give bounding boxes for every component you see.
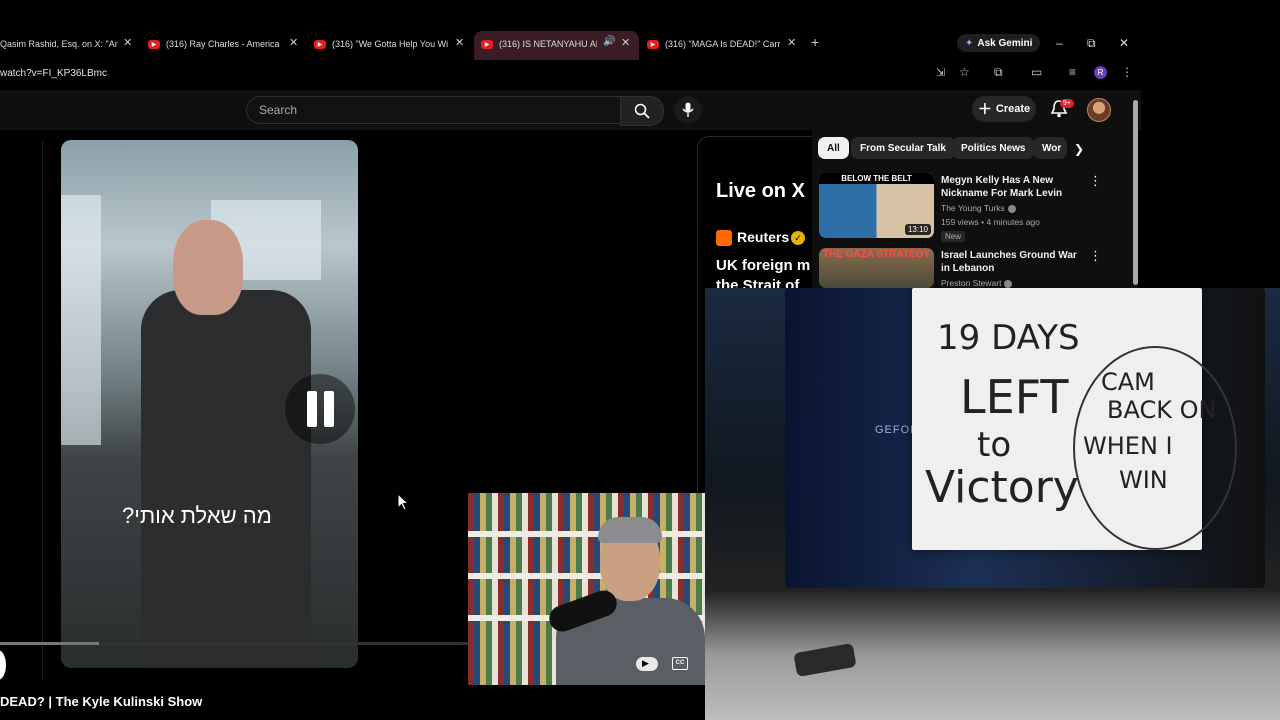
minimize-button[interactable]: –: [1056, 36, 1063, 50]
tab-1[interactable]: Qasim Rashid, Esq. on X: "An un: [0, 32, 118, 56]
youtube-favicon-icon: ▶: [481, 39, 493, 49]
x-card-line-1: UK foreign m: [716, 257, 811, 274]
plus-icon: ＋: [977, 101, 992, 117]
video-title: DEAD? | The Kyle Kulinski Show: [0, 694, 203, 709]
address-bar: [0, 60, 1141, 88]
search-icon: [634, 103, 650, 119]
chevron-right-icon[interactable]: ❯: [1074, 142, 1084, 156]
microphone-icon: [682, 102, 694, 117]
sign-circle-line-1: CAM: [1101, 368, 1155, 396]
pause-button[interactable]: [285, 374, 355, 444]
play-icon: ▶: [642, 658, 649, 668]
tab-4-close-icon[interactable]: ✕: [621, 36, 630, 49]
person-head: [173, 220, 243, 315]
video-caption: מה שאלת אותי?: [122, 503, 272, 528]
chip-world[interactable]: Wor: [1033, 137, 1067, 159]
chip-from-secular-talk[interactable]: From Secular Talk: [851, 137, 955, 159]
tab-2[interactable]: ▶ (316) Ray Charles - America Th: [148, 32, 280, 56]
video-thumbnail[interactable]: THE GAZA STRATEGY: [819, 248, 934, 288]
video-divider: [42, 140, 43, 680]
captions-icon[interactable]: CC: [672, 657, 688, 670]
ask-gemini-button[interactable]: ✦ Ask Gemini: [957, 34, 1041, 52]
sign-line-2: LEFT: [960, 370, 1069, 424]
mouse-cursor-icon: [397, 493, 409, 511]
voice-search-button[interactable]: [674, 96, 702, 124]
verified-icon: [1004, 279, 1013, 288]
search-button[interactable]: [620, 96, 664, 126]
progress-fill: [0, 642, 99, 645]
sign-circle-line-3: WHEN I: [1083, 432, 1173, 460]
pause-bar: [306, 391, 317, 427]
verified-icon: [1007, 204, 1016, 213]
account-avatar[interactable]: [1087, 98, 1111, 122]
tab-2-close-icon[interactable]: ✕: [289, 36, 298, 49]
chip-politics-news[interactable]: Politics News: [952, 137, 1035, 159]
recommendation-meta: 159 views • 4 minutes ago: [941, 217, 1040, 227]
tab-3[interactable]: ▶ (316) "We Gotta Help You Win": [314, 32, 448, 56]
person-body: [141, 290, 311, 668]
shelf: [468, 573, 705, 579]
new-badge: New: [941, 231, 966, 242]
sign-line-1: 19 DAYS: [937, 318, 1080, 358]
tab-1-close-icon[interactable]: ✕: [123, 36, 132, 49]
search-input[interactable]: [257, 102, 601, 118]
gemini-sparkle-icon: ✦: [965, 37, 974, 49]
youtube-favicon-icon: ▶: [148, 39, 160, 49]
create-button[interactable]: ＋ Create: [972, 96, 1036, 122]
shelf: [468, 531, 705, 537]
notification-badge: 9+: [1060, 99, 1074, 108]
restore-button[interactable]: ⧉: [1087, 36, 1096, 51]
chip-all[interactable]: All: [818, 137, 849, 159]
video-duration: 13:10: [904, 224, 931, 235]
more-options-icon[interactable]: ⋮: [1089, 173, 1102, 189]
url-text[interactable]: watch?v=FI_KP36LBmc: [0, 68, 107, 79]
side-panel-icon[interactable]: ▭: [1031, 65, 1042, 79]
more-options-icon[interactable]: ⋮: [1089, 248, 1102, 264]
thumbnail-banner: BELOW THE BELT: [819, 173, 934, 184]
recommendation-channel[interactable]: The Young Turks: [941, 203, 1016, 213]
new-tab-button[interactable]: +: [811, 34, 819, 50]
video-thumbnail[interactable]: BELOW THE BELT 13:10: [819, 173, 934, 238]
speaker-icon[interactable]: 🔊: [603, 36, 615, 47]
sign-circle-line-4: WIN: [1119, 466, 1168, 494]
recommendation-title[interactable]: Megyn Kelly Has A New Nickname For Mark …: [941, 174, 1081, 200]
install-app-icon[interactable]: ⇲: [936, 66, 945, 79]
sign-circle-line-2: BACK ON: [1107, 396, 1217, 424]
recommendation-title[interactable]: Israel Launches Ground War in Lebanon: [941, 249, 1081, 275]
tab-3-close-icon[interactable]: ✕: [455, 36, 464, 49]
extensions-icon[interactable]: ⧉: [994, 65, 1003, 80]
reuters-logo-icon: [716, 230, 732, 246]
media-controls-icon[interactable]: ≡: [1069, 65, 1076, 79]
search-box: [246, 96, 622, 124]
verified-badge-icon: ✓: [791, 231, 805, 245]
bookmark-star-icon[interactable]: ☆: [959, 65, 970, 79]
youtube-favicon-icon: ▶: [314, 39, 326, 49]
youtube-favicon-icon: ▶: [647, 39, 659, 49]
profile-avatar[interactable]: R: [1094, 66, 1107, 79]
autoplay-toggle[interactable]: ▶: [636, 657, 658, 671]
thumbnail-banner: THE GAZA STRATEGY: [822, 249, 931, 260]
x-card-heading: Live on X: [716, 180, 805, 202]
host-hair: [598, 517, 662, 543]
tab-5[interactable]: ▶(316) "MAGA Is DEAD!" Carrie F: [647, 32, 780, 56]
host-webcam-inset: [468, 493, 705, 685]
scrollbar-thumb[interactable]: [1133, 100, 1138, 285]
streamer-camera-overlay: GEFORCE R 19 DAYS LEFT to Victory CAM BA…: [705, 288, 1280, 720]
close-window-button[interactable]: ✕: [1119, 36, 1129, 50]
browser-menu-icon[interactable]: ⋮: [1121, 65, 1133, 79]
x-card-source: Reuters: [737, 229, 790, 245]
recommendation-channel[interactable]: Preston Stewart: [941, 278, 1013, 288]
sign-line-3: to: [977, 425, 1012, 465]
pause-bar: [323, 391, 334, 427]
tab-5-close-icon[interactable]: ✕: [787, 36, 796, 49]
window-pane: [61, 195, 101, 445]
desk-object: [793, 642, 857, 678]
tab-4-active[interactable]: ▶(316) IS NETANYAHU ALIVE: [481, 32, 597, 56]
sign-line-4: Victory: [925, 462, 1079, 513]
